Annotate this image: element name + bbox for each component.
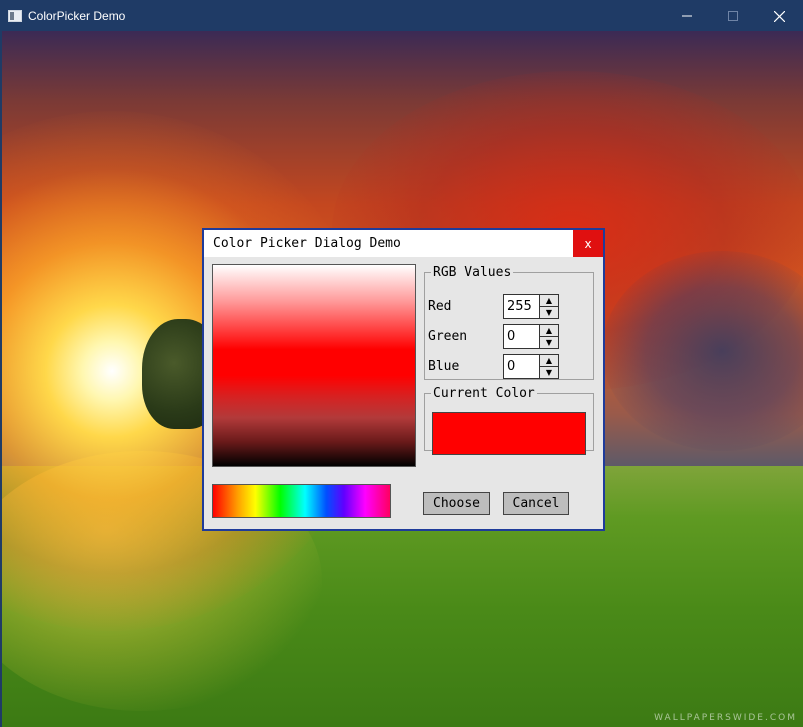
rgb-values-legend: RGB Values [433, 265, 512, 280]
green-spinner: ▲ ▼ [503, 324, 559, 349]
red-up-arrow-icon[interactable]: ▲ [540, 295, 558, 306]
blue-spinner: ▲ ▼ [503, 354, 559, 379]
window-title: ColorPicker Demo [28, 9, 126, 23]
color-picker-dialog: Color Picker Dialog Demo x RGB Values Re… [202, 228, 605, 531]
maximize-icon [728, 11, 738, 21]
green-label: Green [428, 329, 468, 344]
dialog-close-button[interactable]: x [573, 230, 603, 257]
current-color-group: Current Color [424, 386, 594, 455]
red-label: Red [428, 299, 452, 314]
green-down-arrow-icon[interactable]: ▼ [540, 336, 558, 348]
choose-button[interactable]: Choose [423, 492, 490, 515]
close-icon [773, 10, 785, 22]
blue-up-arrow-icon[interactable]: ▲ [540, 355, 558, 366]
window-titlebar[interactable]: ColorPicker Demo [1, 1, 802, 31]
green-up-arrow-icon[interactable]: ▲ [540, 325, 558, 336]
red-down-arrow-icon[interactable]: ▼ [540, 306, 558, 318]
dialog-titlebar[interactable]: Color Picker Dialog Demo x [204, 230, 603, 257]
minimize-icon [682, 15, 692, 17]
green-input[interactable] [504, 325, 539, 348]
minimize-button[interactable] [664, 1, 710, 31]
red-spinner: ▲ ▼ [503, 294, 559, 319]
red-spin-buttons: ▲ ▼ [539, 295, 558, 318]
color-shade-picker[interactable] [212, 264, 416, 467]
watermark: WALLPAPERSWIDE.COM [654, 713, 797, 723]
hue-slider[interactable] [212, 484, 391, 518]
close-button[interactable] [756, 1, 802, 31]
red-row: Red ▲ ▼ [427, 294, 591, 319]
window-controls [664, 1, 802, 31]
blue-label: Blue [428, 359, 460, 374]
current-color-legend: Current Color [433, 386, 535, 401]
green-row: Green ▲ ▼ [427, 324, 591, 349]
blue-spin-buttons: ▲ ▼ [539, 355, 558, 378]
app-window: ColorPicker Demo WALLPAPERSWIDE.COM Colo… [0, 0, 803, 727]
app-icon [8, 10, 22, 22]
maximize-button[interactable] [710, 1, 756, 31]
blue-down-arrow-icon[interactable]: ▼ [540, 366, 558, 378]
dialog-title: Color Picker Dialog Demo [213, 236, 401, 251]
green-spin-buttons: ▲ ▼ [539, 325, 558, 348]
blue-input[interactable] [504, 355, 539, 378]
red-input[interactable] [504, 295, 539, 318]
rgb-values-group: RGB Values Red ▲ ▼ Green ▲ ▼ [424, 265, 594, 380]
current-color-swatch [432, 412, 586, 455]
cancel-button[interactable]: Cancel [503, 492, 569, 515]
blue-row: Blue ▲ ▼ [427, 354, 591, 379]
